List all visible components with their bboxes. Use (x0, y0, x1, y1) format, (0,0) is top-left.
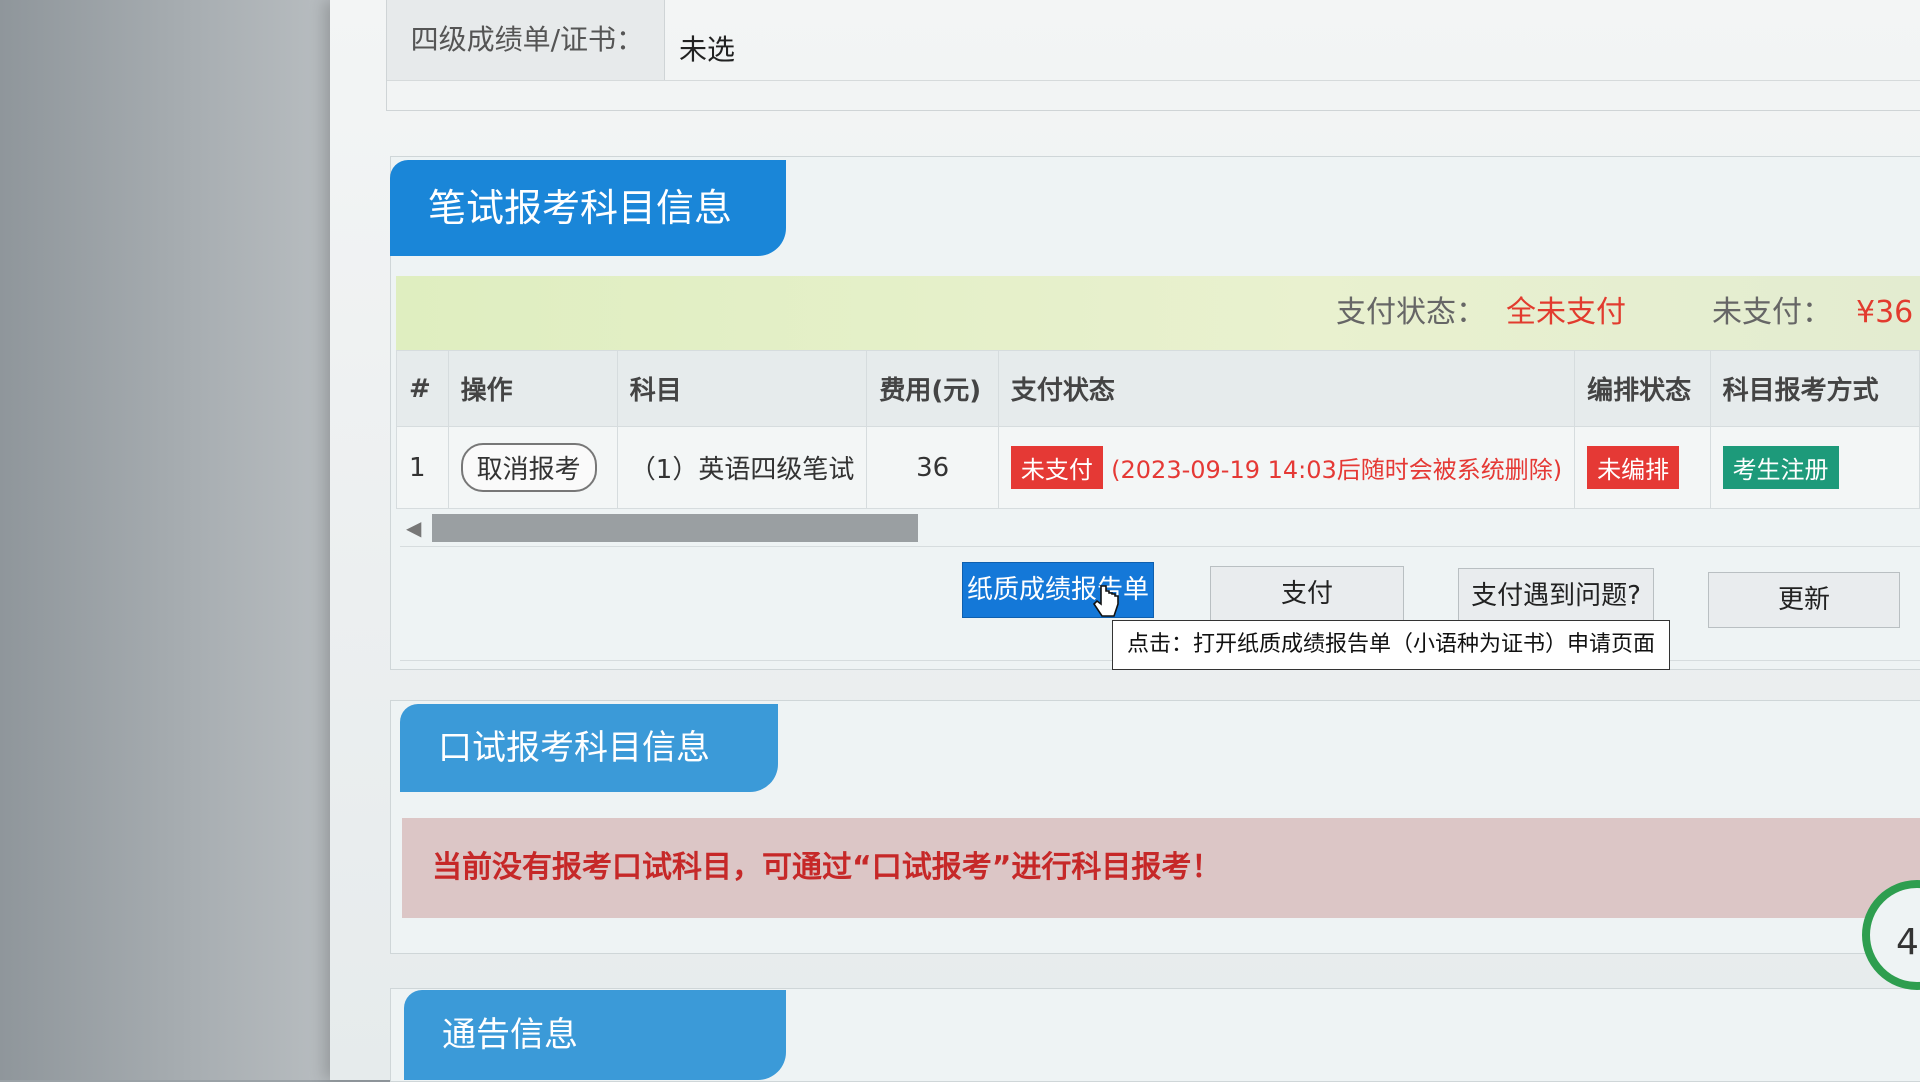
written-exam-title: 笔试报考科目信息 (390, 160, 786, 256)
written-subjects-table: # 操作 科目 费用(元) 支付状态 编排状态 科目报考方式 1 取消报考 （1… (396, 350, 1920, 509)
col-register-method: 科目报考方式 (1709, 350, 1920, 427)
col-index: # (396, 350, 449, 427)
col-pay-status: 支付状态 (997, 350, 1576, 427)
unpaid-label: 未支付： (1712, 295, 1832, 330)
scrollbar-thumb[interactable] (432, 514, 918, 542)
update-button[interactable]: 更新 (1708, 572, 1900, 628)
pay-button[interactable]: 支付 (1210, 566, 1404, 622)
unpaid-badge: 未支付 (1010, 446, 1103, 489)
oral-exam-notice: 当前没有报考口试科目，可通过“口试报考”进行科目报考！ (402, 818, 1920, 918)
pay-issue-button[interactable]: 支付遇到问题? (1458, 568, 1654, 624)
delete-warning: (2023-09-19 14:03后随时会被系统删除) (1111, 456, 1563, 484)
row-fee: 36 (866, 426, 999, 509)
horizontal-scrollbar[interactable]: ◀ (400, 510, 1920, 547)
col-action: 操作 (447, 350, 618, 427)
paper-report-button[interactable]: 纸质成绩报告单 (962, 562, 1154, 618)
unarranged-badge: 未编排 (1587, 446, 1680, 489)
row-pay-status: 未支付 (2023-09-19 14:03后随时会被系统删除) (997, 426, 1576, 509)
register-method-badge: 考生注册 (1722, 446, 1839, 489)
row-action-cell: 取消报考 (447, 426, 618, 509)
hand-cursor-icon (1092, 585, 1119, 617)
row-register-method: 考生注册 (1709, 426, 1920, 509)
col-subject: 科目 (616, 350, 868, 427)
oral-exam-title: 口试报考科目信息 (400, 704, 778, 792)
row-subject: （1）英语四级笔试 (616, 426, 868, 509)
scroll-left-icon[interactable]: ◀ (406, 516, 421, 540)
score-report-value: 未选 (679, 33, 736, 66)
score-report-row: 四级成绩单/证书： 未选 (386, 0, 1920, 111)
payment-status-label: 支付状态： (1336, 295, 1486, 330)
col-fee: 费用(元) (866, 350, 999, 427)
desk-background (0, 0, 340, 1080)
col-arrange-status: 编排状态 (1574, 350, 1711, 427)
table-row: 1 取消报考 （1）英语四级笔试 36 未支付 (2023-09-19 14:0… (396, 426, 1920, 509)
paper-report-tooltip: 点击：打开纸质成绩报告单（小语种为证书）申请页面 (1112, 620, 1671, 670)
announcement-title: 通告信息 (404, 990, 786, 1080)
row-index: 1 (396, 426, 449, 509)
payment-status-value: 全未支付 (1506, 295, 1626, 330)
cancel-registration-button[interactable]: 取消报考 (460, 443, 597, 492)
table-header-row: # 操作 科目 费用(元) 支付状态 编排状态 科目报考方式 (396, 350, 1920, 427)
unpaid-amount: ¥36 (1856, 295, 1914, 330)
score-report-label: 四级成绩单/证书： (387, 0, 665, 80)
row-arrange-status: 未编排 (1574, 426, 1711, 509)
payment-status-bar: 支付状态： 全未支付 未支付： ¥36 (396, 276, 1920, 350)
